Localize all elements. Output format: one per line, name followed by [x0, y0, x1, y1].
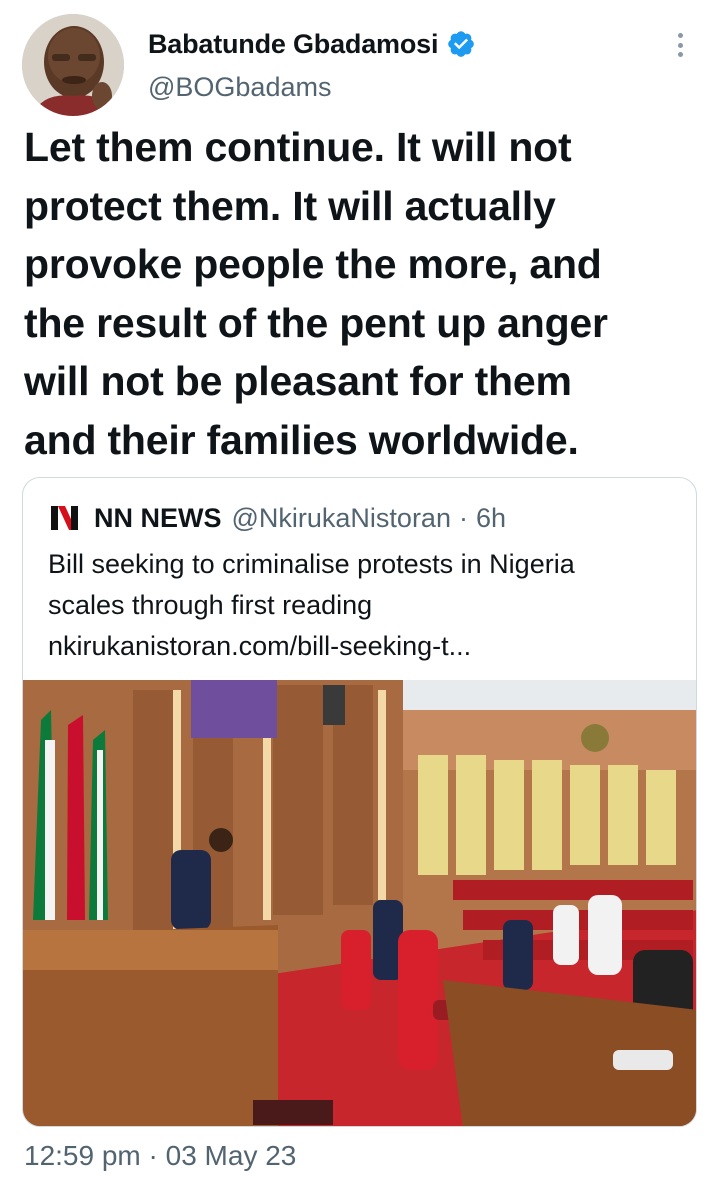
- avatar-photo: [22, 14, 124, 116]
- author-handle[interactable]: @BOGbadams: [148, 72, 331, 103]
- quoted-time[interactable]: 6h: [476, 503, 506, 534]
- more-dot: [677, 52, 683, 57]
- tweet-line: protect them. It will actually: [24, 182, 556, 229]
- verified-badge-icon: [448, 31, 475, 57]
- quoted-tweet-text: Bill seeking to criminalise protests in …: [48, 544, 678, 667]
- senate-chamber-photo[interactable]: [23, 680, 697, 1127]
- nn-news-logo-icon: [51, 506, 78, 530]
- tweet-line: provoke people the more, and: [24, 241, 602, 287]
- tweet-text: Let them continue. It will not protect t…: [24, 118, 704, 469]
- tweet-line: the result of the pent up anger: [24, 299, 608, 346]
- quoted-line: Bill seeking to criminalise protests in …: [48, 549, 575, 579]
- quoted-tweet[interactable]: NN NEWS @NkirukaNistoran · 6h Bill seeki…: [22, 477, 697, 1127]
- more-options-icon[interactable]: [666, 30, 694, 60]
- more-dot: [677, 42, 683, 48]
- more-dot: [677, 33, 683, 38]
- author-name-row[interactable]: Babatunde Gbadamosi: [148, 24, 476, 64]
- author-avatar[interactable]: [22, 14, 124, 116]
- quoted-link[interactable]: nkirukanistoran.com/bill-seeking-t...: [48, 626, 678, 667]
- quoted-tweet-header: NN NEWS @NkirukaNistoran · 6h: [49, 500, 506, 536]
- tweet-timestamp[interactable]: 12:59 pm · 03 May 23: [24, 1140, 296, 1172]
- quoted-line: scales through first reading: [48, 590, 373, 620]
- quoted-author-handle[interactable]: @NkirukaNistoran: [232, 503, 451, 534]
- quoted-author-name[interactable]: NN NEWS: [94, 503, 222, 534]
- author-name[interactable]: Babatunde Gbadamosi: [148, 29, 438, 60]
- tweet-line: will not be pleasant for them: [24, 358, 572, 404]
- tweet-line: Let them continue. It will not: [24, 124, 572, 170]
- tweet-line: and their families worldwide.: [24, 416, 579, 463]
- separator-dot: ·: [458, 502, 468, 533]
